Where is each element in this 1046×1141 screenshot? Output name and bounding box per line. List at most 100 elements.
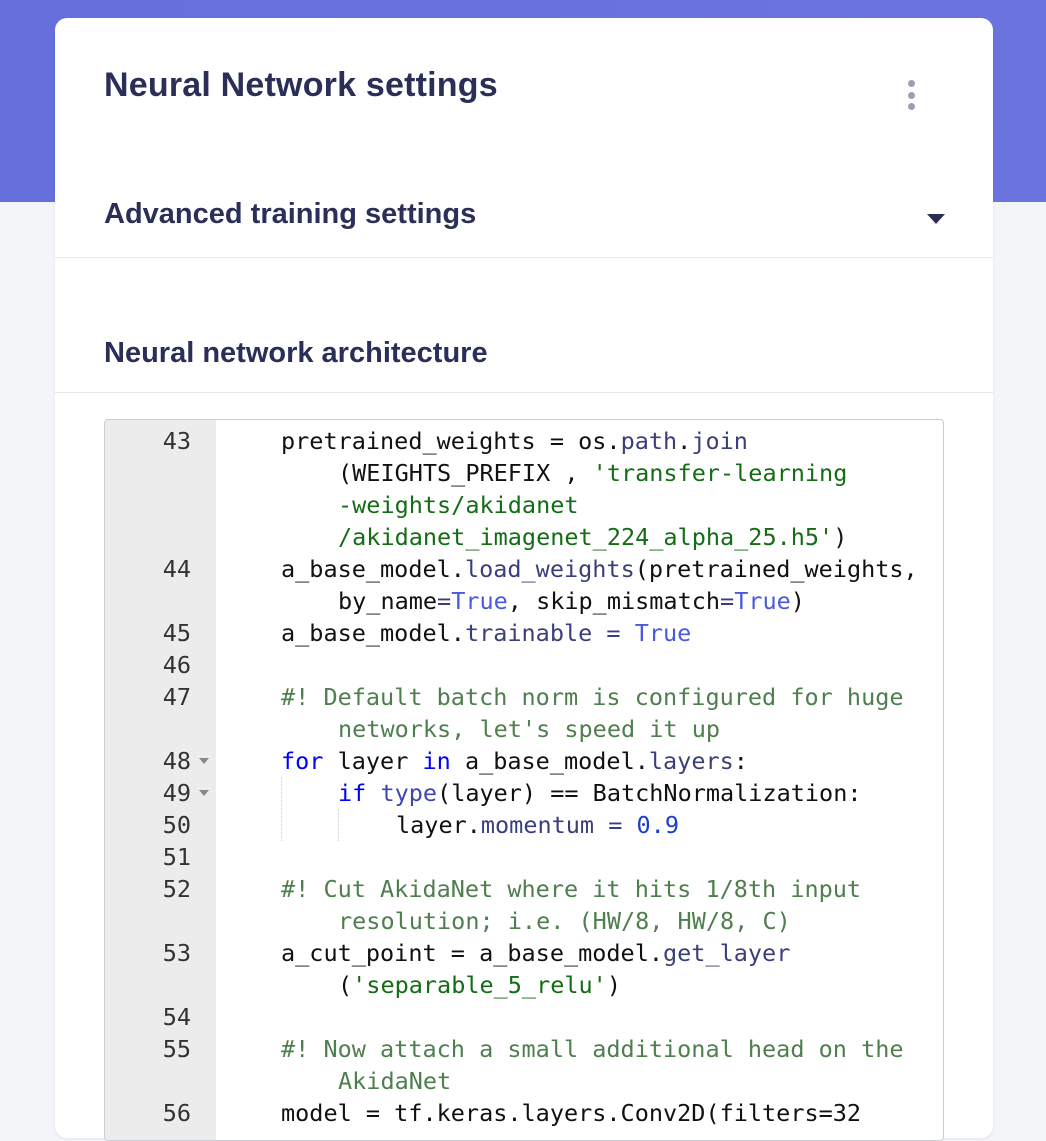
code-line-53-wrap: ('separable_5_relu') — [105, 969, 943, 1001]
code-text: a_base_model.load_weights(pretrained_wei… — [281, 553, 918, 585]
menu-dot — [907, 103, 915, 110]
code-text: ('separable_5_relu') — [338, 969, 621, 1001]
indent-guide — [281, 777, 282, 841]
code-token: True — [634, 619, 692, 647]
line-number: 48 — [162, 747, 191, 775]
code-text: layer.momentum = 0.9 — [396, 809, 679, 841]
code-token: . — [677, 427, 692, 455]
code-editor[interactable]: 43 pretrained_weights = os.path.join (WE… — [104, 419, 944, 1141]
code-token: a_base_model. — [450, 747, 649, 775]
code-token: trainable — [464, 619, 593, 647]
code-line-47: 47 #! Default batch norm is configured f… — [105, 681, 943, 713]
code-text: pretrained_weights = os.path.join — [281, 425, 748, 457]
code-line-52: 52 #! Cut AkidaNet where it hits 1/8th i… — [105, 873, 943, 905]
code-token: pretrained_weights = os. — [281, 427, 621, 455]
code-text: -weights/akidanet — [338, 491, 579, 519]
code-line-51: 51 — [105, 841, 943, 873]
code-text: by_name=True, skip_mismatch=True) — [338, 585, 805, 617]
code-token: (pretrained_weights, — [634, 555, 918, 583]
code-token: join — [691, 427, 748, 455]
code-text: (WEIGHTS_PREFIX , 'transfer-learning — [338, 457, 847, 489]
code-token: in — [422, 747, 451, 775]
code-line-52-wrap: resolution; i.e. (HW/8, HW/8, C) — [105, 905, 943, 937]
code-token: type — [380, 779, 438, 807]
line-number: 45 — [162, 619, 191, 647]
code-token: /akidanet_imagenet_224_alpha_25.h5' — [338, 523, 834, 551]
fold-arrow-icon[interactable] — [199, 790, 209, 796]
line-number: 44 — [162, 555, 191, 583]
line-number: 54 — [162, 1003, 191, 1031]
kebab-menu-icon[interactable] — [901, 80, 921, 110]
code-token: a_base_model. — [281, 619, 465, 647]
code-line-44-wrap: by_name=True, skip_mismatch=True) — [105, 585, 943, 617]
code-line-50: 50 layer.momentum = 0.9 — [105, 809, 943, 841]
code-line-47-wrap: networks, let's speed it up — [105, 713, 943, 745]
code-comment: #! Cut AkidaNet where it hits 1/8th inpu… — [281, 875, 862, 903]
code-comment: #! Default batch norm is configured for … — [281, 683, 904, 711]
code-token: 0.9 — [636, 811, 679, 839]
code-line-54: 54 — [105, 1001, 943, 1033]
line-number: 43 — [162, 427, 191, 455]
indent-guide — [338, 809, 339, 841]
code-token: ) — [790, 587, 805, 615]
code-token: ) — [833, 523, 848, 551]
code-line-45: 45 a_base_model.trainable = True — [105, 617, 943, 649]
code-text: for layer in a_base_model.layers: — [281, 745, 748, 777]
line-number: 51 — [162, 843, 191, 871]
caret-down-icon[interactable] — [927, 214, 945, 224]
code-token: path — [620, 427, 678, 455]
code-line-43-wrap: -weights/akidanet — [105, 489, 943, 521]
code-token: True — [734, 587, 791, 615]
code-text: a_base_model.trainable = True — [281, 617, 691, 649]
code-token: (WEIGHTS_PREFIX , — [338, 459, 593, 487]
code-line-53: 53 a_cut_point = a_base_model.get_layer — [105, 937, 943, 969]
code-token: ( — [338, 971, 353, 999]
code-comment: AkidaNet — [338, 1067, 452, 1095]
code-token: a_base_model. — [281, 555, 465, 583]
line-number: 53 — [162, 939, 191, 967]
line-number: 52 — [162, 875, 191, 903]
code-text: a_cut_point = a_base_model.get_layer — [281, 937, 790, 969]
code-line-43-wrap: /akidanet_imagenet_224_alpha_25.h5') — [105, 521, 943, 553]
code-token: a_cut_point = a_base_model. — [281, 939, 664, 967]
code-token: = — [592, 619, 635, 647]
code-token: , skip_mismatch — [507, 587, 721, 615]
line-number: 50 — [162, 811, 191, 839]
code-token: True — [451, 587, 508, 615]
line-number: 56 — [162, 1099, 191, 1127]
code-token: load_weights — [464, 555, 635, 583]
code-text: if type(layer) == BatchNormalization: — [338, 777, 862, 809]
code-line-44: 44 a_base_model.load_weights(pretrained_… — [105, 553, 943, 585]
advanced-training-settings-toggle[interactable]: Advanced training settings — [55, 168, 993, 258]
code-comment: networks, let's speed it up — [338, 715, 721, 743]
code-token: = — [437, 587, 452, 615]
line-number: 55 — [162, 1035, 191, 1063]
code-line-43-wrap: (WEIGHTS_PREFIX , 'transfer-learning — [105, 457, 943, 489]
code-token: layers — [648, 747, 734, 775]
code-token: (layer) == BatchNormalization: — [437, 779, 862, 807]
fold-arrow-icon[interactable] — [199, 758, 209, 764]
page-title: Neural Network settings — [104, 66, 498, 104]
code-text: model = tf.keras.layers.Conv2D(filters=3… — [281, 1099, 862, 1127]
code-token: 'separable_5_relu' — [352, 971, 607, 999]
code-token: momentum — [480, 811, 595, 839]
code-line-56: 56 model = tf.keras.layers.Conv2D(filter… — [105, 1097, 943, 1129]
code-line-43: 43 pretrained_weights = os.path.join — [105, 425, 943, 457]
line-number: 46 — [162, 651, 191, 679]
code-line-49: 49 if type(layer) == BatchNormalization: — [105, 777, 943, 809]
advanced-training-settings-label: Advanced training settings — [104, 198, 477, 230]
code-token: = — [594, 811, 637, 839]
code-token: : — [733, 747, 748, 775]
code-text: /akidanet_imagenet_224_alpha_25.h5') — [338, 521, 847, 553]
neural-network-architecture-label: Neural network architecture — [104, 337, 488, 369]
line-number: 47 — [162, 683, 191, 711]
code-token: 'transfer-learning — [592, 459, 848, 487]
line-number: 49 — [162, 779, 191, 807]
code-token: get_layer — [663, 939, 791, 967]
code-token: = — [720, 587, 735, 615]
neural-network-architecture-header: Neural network architecture — [55, 257, 993, 393]
code-token: layer — [323, 747, 423, 775]
code-comment: resolution; i.e. (HW/8, HW/8, C) — [338, 907, 791, 935]
code-line-55: 55 #! Now attach a small additional head… — [105, 1033, 943, 1065]
